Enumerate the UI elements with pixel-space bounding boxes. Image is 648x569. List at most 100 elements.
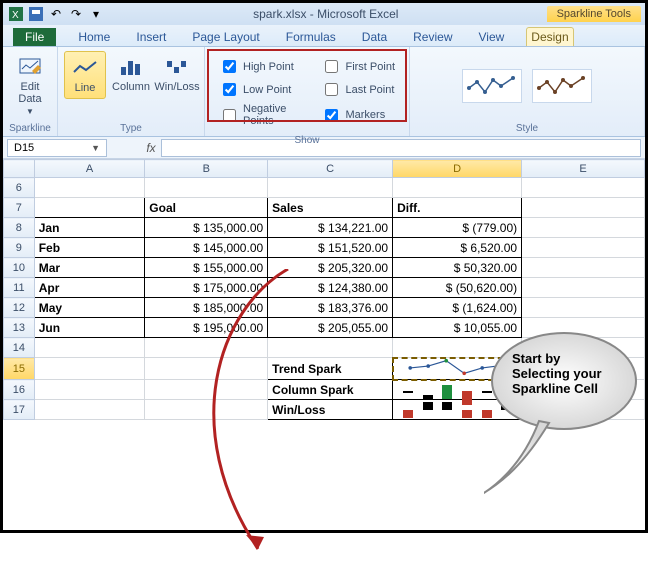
cell[interactable]: Apr [34, 278, 145, 298]
cell-header-goal[interactable]: Goal [145, 198, 268, 218]
row-header-9[interactable]: 9 [4, 238, 35, 258]
row-header-8[interactable]: 8 [4, 218, 35, 238]
col-header-e[interactable]: E [522, 160, 645, 178]
row-header-13[interactable]: 13 [4, 318, 35, 338]
cell[interactable]: $ 185,000.00 [145, 298, 268, 318]
tab-review[interactable]: Review [409, 28, 456, 46]
row-header-11[interactable]: 11 [4, 278, 35, 298]
checkbox-high-point[interactable] [223, 60, 236, 73]
cell[interactable] [34, 380, 145, 400]
cell[interactable]: $ 175,000.00 [145, 278, 268, 298]
cell[interactable]: $ 135,000.00 [145, 218, 268, 238]
cell[interactable] [522, 278, 645, 298]
tab-formulas[interactable]: Formulas [282, 28, 340, 46]
type-line-button[interactable]: Line [64, 51, 106, 99]
row-header-14[interactable]: 14 [4, 338, 35, 358]
cell-column-spark-label[interactable]: Column Spark [268, 380, 393, 400]
fx-icon[interactable]: fx [141, 141, 161, 155]
row-header-7[interactable]: 7 [4, 198, 35, 218]
check-low-point[interactable]: Low Point [219, 80, 309, 99]
cell[interactable] [522, 178, 645, 198]
cell[interactable]: $ (50,620.00) [393, 278, 522, 298]
tab-insert[interactable]: Insert [132, 28, 170, 46]
cell[interactable]: Jun [34, 318, 145, 338]
row-header-6[interactable]: 6 [4, 178, 35, 198]
cell[interactable]: Mar [34, 258, 145, 278]
row-header-16[interactable]: 16 [4, 380, 35, 400]
style-thumb-1[interactable] [462, 69, 522, 103]
check-high-point[interactable]: High Point [219, 57, 309, 76]
cell[interactable]: Jan [34, 218, 145, 238]
checkbox-first-point[interactable] [325, 60, 338, 73]
edit-data-button[interactable]: Edit Data ▼ [9, 51, 51, 120]
cell[interactable]: $ 6,520.00 [393, 238, 522, 258]
cell[interactable] [34, 178, 145, 198]
cell[interactable]: Feb [34, 238, 145, 258]
cell-trend-spark-label[interactable]: Trend Spark [268, 358, 393, 380]
select-all-corner[interactable] [4, 160, 35, 178]
row-header-10[interactable]: 10 [4, 258, 35, 278]
cell[interactable]: $ 205,055.00 [268, 318, 393, 338]
namebox-dropdown-icon[interactable]: ▼ [91, 143, 100, 153]
cell[interactable] [522, 198, 645, 218]
cell[interactable] [34, 358, 145, 380]
cell[interactable]: $ 134,221.00 [268, 218, 393, 238]
checkbox-last-point[interactable] [325, 83, 338, 96]
cell[interactable]: $ (779.00) [393, 218, 522, 238]
cell[interactable] [522, 218, 645, 238]
cell-header-sales[interactable]: Sales [268, 198, 393, 218]
name-box[interactable]: D15▼ [7, 139, 107, 157]
col-header-d[interactable]: D [393, 160, 522, 178]
cell[interactable]: $ (1,624.00) [393, 298, 522, 318]
cell[interactable] [522, 298, 645, 318]
cell[interactable]: $ 151,520.00 [268, 238, 393, 258]
cell[interactable] [34, 338, 145, 358]
undo-icon[interactable]: ↶ [47, 5, 65, 23]
cell-header-diff[interactable]: Diff. [393, 198, 522, 218]
tab-home[interactable]: Home [74, 28, 114, 46]
cell[interactable] [522, 258, 645, 278]
cell[interactable] [34, 198, 145, 218]
style-thumb-2[interactable] [532, 69, 592, 103]
tab-data[interactable]: Data [358, 28, 391, 46]
cell[interactable]: $ 195,000.00 [145, 318, 268, 338]
cell[interactable] [34, 400, 145, 420]
check-first-point[interactable]: First Point [321, 57, 395, 76]
col-header-c[interactable]: C [268, 160, 393, 178]
row-header-17[interactable]: 17 [4, 400, 35, 420]
row-header-15[interactable]: 15 [4, 358, 35, 380]
tab-page-layout[interactable]: Page Layout [188, 28, 263, 46]
formula-input[interactable] [161, 139, 641, 157]
checkbox-markers[interactable] [325, 109, 338, 122]
col-header-b[interactable]: B [145, 160, 268, 178]
cell[interactable]: $ 155,000.00 [145, 258, 268, 278]
cell[interactable] [145, 358, 268, 380]
check-markers[interactable]: Markers [321, 103, 395, 127]
cell[interactable] [393, 178, 522, 198]
cell[interactable]: $ 183,376.00 [268, 298, 393, 318]
row-header-12[interactable]: 12 [4, 298, 35, 318]
checkbox-negative-points[interactable] [223, 109, 236, 122]
redo-icon[interactable]: ↷ [67, 5, 85, 23]
tab-file[interactable]: File [13, 28, 56, 46]
check-last-point[interactable]: Last Point [321, 80, 395, 99]
tab-view[interactable]: View [475, 28, 509, 46]
checkbox-low-point[interactable] [223, 83, 236, 96]
cell[interactable]: May [34, 298, 145, 318]
tab-design[interactable]: Design [526, 27, 573, 46]
cell[interactable]: $ 124,380.00 [268, 278, 393, 298]
cell[interactable] [268, 338, 393, 358]
cell[interactable]: $ 205,320.00 [268, 258, 393, 278]
col-header-a[interactable]: A [34, 160, 145, 178]
cell[interactable] [145, 400, 268, 420]
cell[interactable] [145, 178, 268, 198]
cell-winloss-label[interactable]: Win/Loss [268, 400, 393, 420]
type-column-button[interactable]: Column [110, 51, 152, 97]
qat-dropdown-icon[interactable]: ▾ [87, 5, 105, 23]
cell[interactable] [145, 380, 268, 400]
cell[interactable]: $ 145,000.00 [145, 238, 268, 258]
cell[interactable] [145, 338, 268, 358]
cell[interactable] [268, 178, 393, 198]
cell[interactable]: $ 50,320.00 [393, 258, 522, 278]
type-winloss-button[interactable]: Win/Loss [156, 51, 198, 97]
